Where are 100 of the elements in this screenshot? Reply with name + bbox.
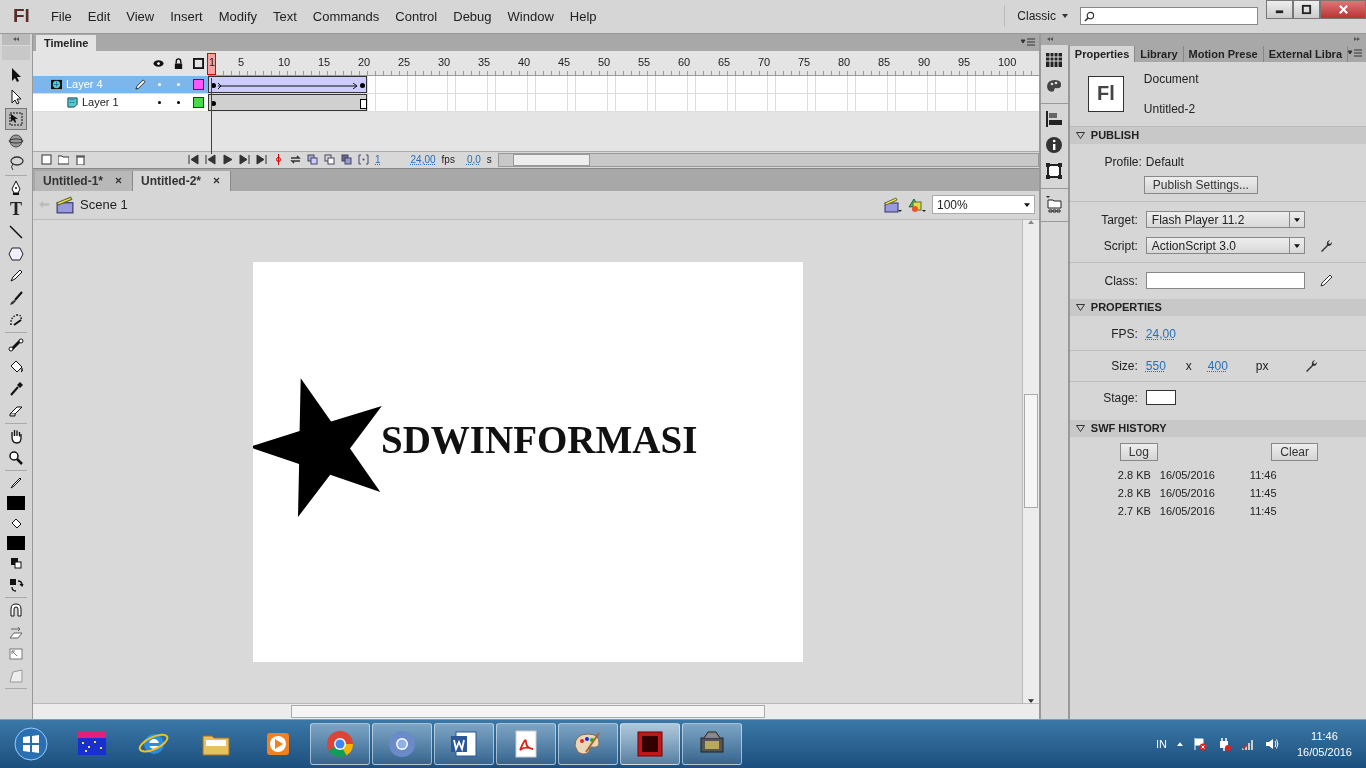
section-header[interactable]: SWF HISTORY [1069,419,1366,437]
info-icon[interactable] [1045,135,1064,154]
edit-scene-icon[interactable] [884,195,902,214]
onion-skin-icon[interactable] [307,154,318,166]
taskbar-button[interactable] [372,723,432,766]
lock-dot[interactable] [177,82,180,86]
outline-square-icon[interactable] [193,57,204,69]
start-orb-icon[interactable] [13,726,49,763]
taskbar-button[interactable] [558,723,618,766]
expand-icon[interactable] [1354,37,1360,42]
dropdown[interactable]: ActionScript 3.0 [1145,237,1305,255]
menu-item[interactable]: Commands [304,8,388,24]
panel-tab[interactable]: Timeline [36,34,97,51]
scroll-thumb[interactable] [291,705,765,719]
scroll-thumb[interactable] [1024,393,1038,508]
panel-menu-icon[interactable] [1348,48,1362,57]
panel-grip[interactable] [2,45,30,60]
outline-color-swatch[interactable] [193,78,204,90]
signal-bars-icon[interactable] [1240,737,1255,752]
elapsed-time[interactable]: 0,0 [466,154,481,166]
panel-menu-icon[interactable] [1021,37,1035,46]
width-value[interactable]: 550 [1145,358,1186,373]
panel-tab[interactable]: Motion Prese [1183,45,1264,62]
menu-item[interactable]: Modify [210,8,265,24]
center-frame-icon[interactable] [273,154,284,166]
vertical-scrollbar[interactable] [1022,219,1039,704]
pencil-icon[interactable] [1318,273,1333,288]
menu-item[interactable]: Edit [79,8,119,24]
color-swatch[interactable] [7,535,25,550]
text-tool[interactable]: T [5,198,27,221]
loop-icon[interactable] [290,154,301,166]
last-frame-icon[interactable] [256,154,267,166]
menu-item[interactable]: Help [561,8,605,24]
frame-rate[interactable]: 24,00 [410,154,436,166]
color-swatch[interactable] [7,495,25,510]
document-tab[interactable]: Untitled-1* [35,170,133,191]
grid-icon[interactable] [1045,50,1064,69]
visibility-dot[interactable] [158,100,161,104]
transform-icon[interactable] [1045,161,1064,180]
log-button[interactable]: Log [1119,442,1158,461]
step-back-icon[interactable] [205,154,216,166]
menu-item[interactable]: Control [387,8,446,24]
section-header[interactable]: PROPERTIES [1069,298,1366,316]
tween-span[interactable] [208,75,367,93]
scroll-thumb[interactable] [512,153,590,166]
timeline-scrollbar[interactable] [497,152,1039,167]
markers-icon[interactable] [358,154,369,166]
publish-settings-button[interactable]: Publish Settings... [1143,175,1258,194]
clock-time[interactable]: 11:46 [1311,730,1338,743]
taskbar-button[interactable] [434,723,494,766]
collapse-icon[interactable] [1047,37,1053,42]
search-field[interactable] [1080,7,1258,26]
class-input[interactable] [1145,272,1305,290]
fps-value[interactable]: 24,00 [1145,326,1176,341]
new-layer-icon[interactable] [41,154,52,166]
folder-icon[interactable] [58,154,69,166]
step-forward-icon[interactable] [239,154,250,166]
zoom-dropdown[interactable]: 100% [932,195,1035,215]
menu-item[interactable]: View [118,8,163,24]
stage-color-swatch[interactable] [1145,390,1176,406]
document-tab[interactable]: Untitled-2* [133,170,231,191]
close-button[interactable] [1320,0,1366,19]
edit-frames-icon[interactable] [341,154,352,166]
taskbar-button[interactable] [496,723,556,766]
taskbar-button[interactable] [620,723,680,766]
first-frame-icon[interactable] [188,154,199,166]
menu-item[interactable]: Window [499,8,562,24]
maximize-button[interactable] [1293,0,1320,19]
lock-dot[interactable] [177,100,180,104]
clear-button[interactable]: Clear [1271,442,1318,461]
language-indicator[interactable]: IN [1155,738,1167,751]
library-icon[interactable] [1045,194,1064,213]
scroll-up-icon[interactable] [1028,219,1034,224]
menu-item[interactable]: Text [265,8,305,24]
speaker-icon[interactable] [1264,737,1279,752]
visibility-dot[interactable] [158,82,161,86]
menu-item[interactable]: Debug [445,8,500,24]
eye-icon[interactable] [153,57,164,69]
tool-button[interactable] [5,107,27,130]
dropdown[interactable]: Flash Player 11.2 [1145,211,1305,229]
lock-icon[interactable] [173,57,184,69]
menu-item[interactable]: Insert [162,8,211,24]
panel-tab[interactable]: Properties [1069,45,1136,62]
outline-color-swatch[interactable] [193,96,204,108]
brush-icon [8,289,24,306]
flag-x-icon[interactable] [1192,737,1207,752]
play-icon[interactable] [222,154,233,166]
align-icon[interactable] [1045,109,1064,128]
clock-date[interactable]: 16/05/2016 [1296,746,1352,759]
onion-outline-icon[interactable] [324,154,335,166]
collapse-button[interactable] [2,33,30,45]
trash-icon[interactable] [75,154,86,166]
taskbar-button[interactable] [682,723,742,766]
horizontal-scrollbar[interactable] [33,703,1039,720]
current-frame[interactable]: 1 [375,154,381,166]
panel-tab[interactable]: Library [1135,45,1184,62]
menu-item[interactable]: File [42,8,80,24]
tray-arrow-icon[interactable] [1176,742,1183,747]
height-value[interactable]: 400 [1207,358,1256,373]
minimize-button[interactable] [1266,0,1293,19]
